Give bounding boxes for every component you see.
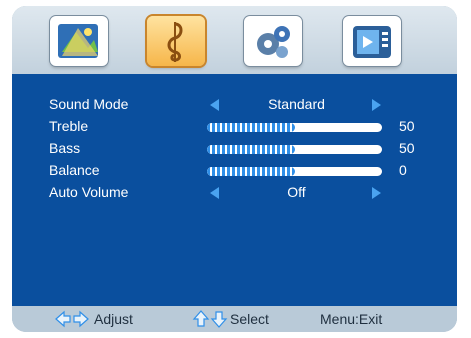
balance-row[interactable]: Balance 0 — [12, 159, 457, 181]
tab-tv-setup[interactable] — [343, 16, 401, 66]
tab-sound[interactable] — [147, 16, 205, 66]
balance-label: Balance — [49, 162, 100, 178]
bass-slider-fill — [207, 145, 295, 154]
treble-row[interactable]: Treble 50 — [12, 115, 457, 137]
arrow-left-icon[interactable] — [210, 99, 219, 111]
gear-icon — [257, 26, 290, 58]
sound-mode-row[interactable]: Sound Mode Standard — [12, 93, 457, 115]
auto-volume-label: Auto Volume — [49, 184, 129, 200]
treble-value: 50 — [399, 118, 415, 134]
bass-value: 50 — [399, 140, 415, 156]
tab-picture[interactable] — [50, 16, 108, 66]
arrow-left-icon[interactable] — [210, 187, 219, 199]
bass-slider[interactable] — [207, 145, 382, 154]
picture-icon — [58, 24, 98, 58]
treble-label: Treble — [49, 118, 89, 134]
menu-tab-bar — [12, 6, 457, 74]
up-down-arrows-icon — [192, 310, 228, 328]
auto-volume-value: Off — [287, 184, 306, 200]
adjust-hint: Adjust — [94, 311, 133, 327]
balance-slider-fill — [207, 167, 295, 176]
music-note-icon — [167, 22, 183, 62]
menu-exit-hint: Menu:Exit — [320, 311, 383, 327]
sound-menu-panel: Sound Mode Standard Treble 50 Bass 50 Ba… — [12, 74, 457, 306]
treble-slider-fill — [207, 123, 295, 132]
select-hint: Select — [230, 311, 269, 327]
osd-frame: Sound Mode Standard Treble 50 Bass 50 Ba… — [12, 6, 457, 332]
balance-value: 0 — [399, 162, 407, 178]
tab-settings[interactable] — [244, 16, 302, 66]
sound-mode-value: Standard — [268, 96, 325, 112]
left-right-arrows-icon — [55, 310, 89, 328]
balance-slider[interactable] — [207, 167, 382, 176]
treble-slider[interactable] — [207, 123, 382, 132]
arrow-right-icon[interactable] — [372, 99, 381, 111]
auto-volume-row[interactable]: Auto Volume Off — [12, 181, 457, 203]
tv-setup-icon — [353, 26, 391, 58]
sound-mode-label: Sound Mode — [49, 96, 129, 112]
footer-hints: Adjust Select Menu:Exit — [12, 306, 457, 332]
arrow-right-icon[interactable] — [372, 187, 381, 199]
bass-label: Bass — [49, 140, 81, 156]
bass-row[interactable]: Bass 50 — [12, 137, 457, 159]
